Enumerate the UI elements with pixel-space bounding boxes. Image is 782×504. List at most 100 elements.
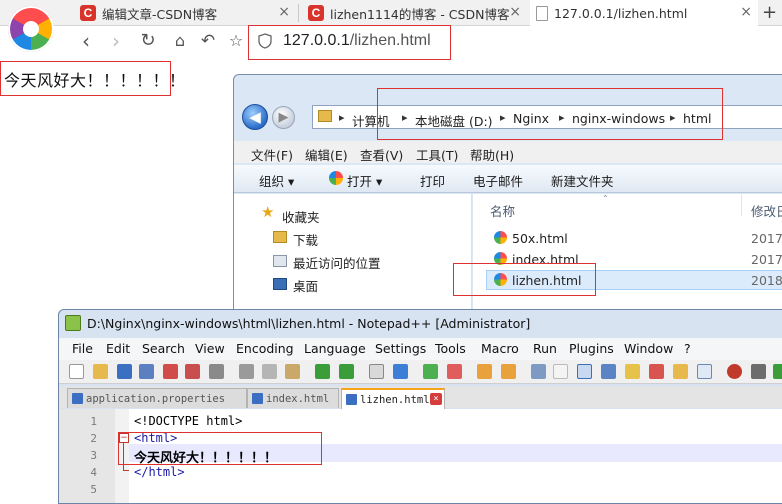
saved-file-icon [346,394,357,405]
print-icon[interactable] [209,364,224,379]
close-icon[interactable]: × [740,4,752,20]
column-modified[interactable]: 修改日 [751,201,782,220]
paste-icon[interactable] [285,364,300,379]
html-file-icon [494,231,507,244]
shield-icon [258,33,272,49]
print-button[interactable]: 打印 [420,171,445,190]
menu-search[interactable]: Search [142,341,185,356]
notepad-window: D:\Nginx\nginx-windows\html\lizhen.html … [58,309,782,504]
explorer-window: ◀ ▶ ▸ 计算机 ▸ 本地磁盘 (D:) ▸ Nginx ▸ nginx-wi… [233,74,782,334]
indent-guide-icon[interactable] [577,364,592,379]
menu-edit[interactable]: Edit [106,341,130,356]
nav-downloads[interactable]: 下载 [293,230,318,249]
menu-help[interactable]: ? [684,341,691,356]
breadcrumb-highlight-box [377,88,723,140]
tab-divider [298,4,299,22]
fold-end [123,470,129,471]
show-all-chars-icon[interactable] [553,364,568,379]
save-icon[interactable] [117,364,132,379]
doc-map-icon[interactable] [625,364,640,379]
close-icon[interactable]: × [509,4,521,20]
url-path: /lizhen.html [349,32,431,49]
home-icon[interactable]: ⌂ [168,30,192,52]
reload-icon[interactable]: ↻ [136,30,160,52]
monitor-icon[interactable] [697,364,712,379]
zoom-in-icon[interactable] [423,364,438,379]
menu-plugins[interactable]: Plugins [569,341,614,356]
function-list-icon[interactable] [649,364,664,379]
nav-recent[interactable]: 最近访问的位置 [293,253,381,272]
menu-tools[interactable]: Tools [435,341,466,356]
forward-icon[interactable]: › [104,30,128,52]
replace-icon[interactable] [393,364,408,379]
save-all-icon[interactable] [139,364,154,379]
email-button[interactable]: 电子邮件 [473,171,523,190]
menu-language[interactable]: Language [304,341,366,356]
menu-settings[interactable]: Settings [375,341,426,356]
tab-application-properties[interactable]: application.properties [67,388,247,408]
forward-icon[interactable]: ▶ [272,106,295,129]
notepad-app-icon [65,315,81,331]
word-wrap-icon[interactable] [531,364,546,379]
file-50x[interactable]: 50x.html [512,231,568,246]
menu-encoding[interactable]: Encoding [236,341,294,356]
find-icon[interactable] [369,364,384,379]
menu-run[interactable]: Run [533,341,557,356]
browser-logo-icon[interactable] [8,6,54,52]
close-all-icon[interactable] [185,364,200,379]
bookmark-star-icon[interactable]: ☆ [224,30,248,52]
new-folder-button[interactable]: 新建文件夹 [551,171,614,190]
tab-label: lizhen1114的博客 - CSDN博客 [330,6,510,22]
nav-favorites[interactable]: 收藏夹 [282,207,320,226]
saved-file-icon [252,393,263,404]
organize-button[interactable]: 组织 ▾ [259,171,294,190]
menu-view[interactable]: View [195,341,225,356]
new-file-icon[interactable] [69,364,84,379]
menu-help[interactable]: 帮助(H) [470,145,514,164]
menu-file[interactable]: 文件(F) [251,145,293,164]
menu-edit[interactable]: 编辑(E) [305,145,348,164]
browser-app-icon [329,171,343,185]
menu-view[interactable]: 查看(V) [360,145,403,164]
tab-lizhen-html[interactable]: lizhen.html × [341,388,445,409]
play-macro-icon[interactable] [773,364,782,379]
download-folder-icon [273,231,287,243]
cut-icon[interactable] [239,364,254,379]
folder-icon [318,110,332,122]
csdn-logo-icon: C [80,5,96,21]
menu-window[interactable]: Window [624,341,673,356]
tab-edit-article[interactable]: C 编辑文章-CSDN博客 × [74,0,296,26]
tab-lizhen-html[interactable]: 127.0.0.1/lizhen.html × [530,0,758,26]
column-name[interactable]: 名称 [490,201,515,220]
redo-icon[interactable] [339,364,354,379]
file-date: 2018/ [751,273,782,288]
tab-index-html[interactable]: index.html [247,388,339,408]
menu-tools[interactable]: 工具(T) [416,145,458,164]
close-file-icon[interactable] [163,364,178,379]
undo-close-icon[interactable]: ↶ [196,30,220,52]
tab-lizhen-blog[interactable]: C lizhen1114的博客 - CSDN博客 × [302,0,527,26]
stop-macro-icon[interactable] [751,364,766,379]
menu-macro[interactable]: Macro [481,341,519,356]
sync-scroll-icon[interactable] [477,364,492,379]
folder-workspace-icon[interactable] [673,364,688,379]
back-icon[interactable]: ‹ [74,30,98,52]
sync-horizontal-icon[interactable] [501,364,516,379]
close-icon[interactable]: × [278,4,290,20]
copy-icon[interactable] [262,364,277,379]
tab-label: index.html [266,392,330,405]
recent-places-icon [273,255,287,267]
open-button[interactable]: 打开 ▾ [347,171,382,190]
back-icon[interactable]: ◀ [242,104,268,130]
menu-file[interactable]: File [72,341,93,356]
new-tab-button[interactable]: + [762,2,777,23]
zoom-out-icon[interactable] [447,364,462,379]
column-divider [741,194,742,216]
nav-desktop[interactable]: 桌面 [293,276,318,295]
undo-icon[interactable] [315,364,330,379]
close-tab-icon[interactable]: × [430,393,442,405]
saved-file-icon [72,393,83,404]
open-folder-icon[interactable] [93,364,108,379]
lang-icon[interactable] [601,364,616,379]
record-macro-icon[interactable] [727,364,742,379]
